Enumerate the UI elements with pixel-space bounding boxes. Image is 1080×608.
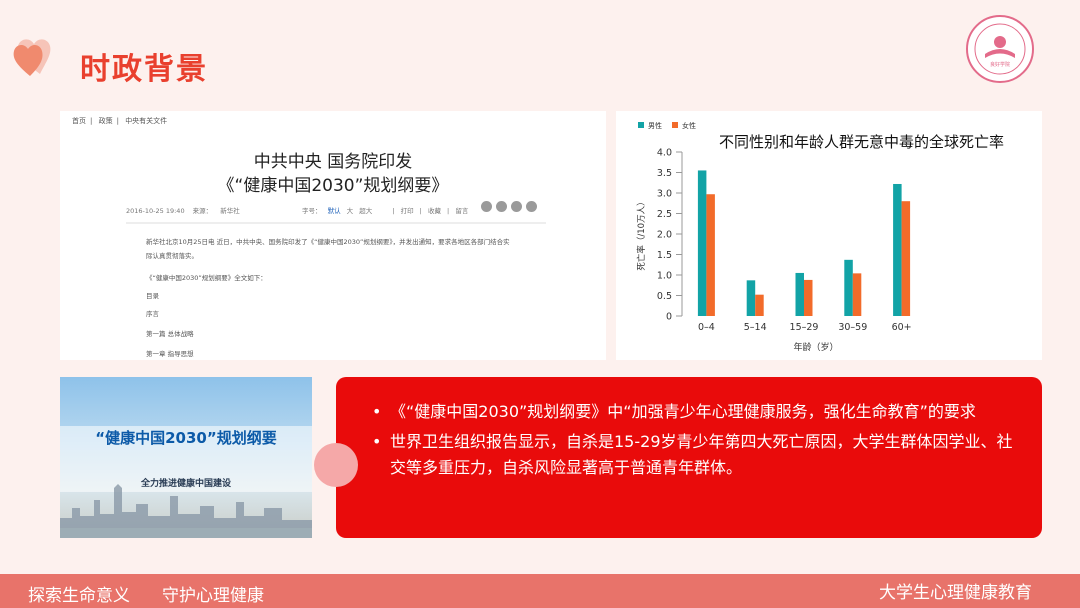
- print-button[interactable]: 打印: [401, 207, 414, 215]
- bar: [755, 294, 764, 316]
- share-wechat-icon[interactable]: [481, 201, 492, 212]
- footer-course-name: 大学生心理健康教育: [879, 583, 1032, 603]
- x-tick-label: 0–4: [698, 322, 715, 333]
- key-points-box: 《“健康中国2030”规划纲要》中“加强青少年心理健康服务，强化生命教育”的要求…: [336, 377, 1042, 538]
- toc-item: 目录: [146, 292, 159, 300]
- y-tick-label: 2.0: [657, 230, 672, 241]
- toc-item: 序言: [146, 310, 159, 318]
- decorative-circle: [314, 443, 358, 487]
- toc-item: 第一篇 总体战略: [146, 330, 194, 338]
- chart-title: 不同性别和年龄人群无意中毒的全球死亡率: [719, 133, 1004, 151]
- y-tick-label: 3.0: [657, 189, 672, 200]
- document-title-line1: 中共中央 国务院印发: [253, 152, 413, 172]
- hearts-icon: [13, 39, 51, 76]
- footer-slogan-1: 探索生命意义: [28, 586, 130, 606]
- school-logo-icon: 良好学院: [966, 15, 1034, 83]
- paragraph-2: 《“健康中国2030”规划纲要》全文如下：: [146, 274, 267, 282]
- font-default-button[interactable]: 默认: [328, 207, 341, 215]
- page-title: 时政背景: [80, 52, 208, 87]
- font-xlarge-button[interactable]: 超大: [359, 207, 372, 215]
- y-tick-label: 3.5: [657, 168, 672, 179]
- city-skyline-icon: [60, 484, 312, 538]
- plan-cover-image: “健康中国2030”规划纲要 全力推进健康中国建设: [60, 377, 312, 538]
- font-large-button[interactable]: 大: [347, 207, 354, 215]
- share-more-icon[interactable]: [526, 201, 537, 212]
- bar: [852, 273, 862, 316]
- key-point-item: 《“健康中国2030”规划纲要》中“加强青少年心理健康服务，强化生命教育”的要求: [372, 399, 1022, 425]
- favorite-button[interactable]: 收藏: [428, 207, 441, 215]
- x-tick-label: 5–14: [744, 322, 767, 333]
- meta-source-label: 来源：: [192, 207, 213, 215]
- share-weibo-icon[interactable]: [496, 201, 507, 212]
- bar: [706, 194, 715, 316]
- paragraph-1-line1: 新华社北京10月25日电 近日，中共中央、国务院印发了《“健康中国2030”规划…: [146, 238, 510, 246]
- breadcrumb: 首页 | 政策 | 中央有关文件: [72, 117, 168, 125]
- y-tick-label: 2.5: [657, 209, 672, 220]
- divider: [126, 222, 546, 224]
- bar: [901, 201, 911, 316]
- x-tick-label: 30–59: [838, 322, 867, 333]
- paragraph-1-line2: 际认真贯彻落实。: [146, 252, 198, 260]
- key-point-item: 世界卫生组织报告显示，自杀是15-29岁青少年第四大死亡原因，大学生群体因学业、…: [372, 429, 1022, 481]
- mortality-chart-panel: 不同性别和年龄人群无意中毒的全球死亡率 男性 女性 0 0.5 1.0 1.5 2.0 2.5 3…: [616, 111, 1042, 360]
- bar: [893, 183, 902, 316]
- x-tick-label: 60+: [892, 322, 912, 333]
- bar: [795, 272, 804, 316]
- y-tick-label: 4.0: [657, 148, 672, 159]
- mortality-bar-chart: 不同性别和年龄人群无意中毒的全球死亡率 男性 女性 0 0.5 1.0 1.5 2.0 2.5 3…: [636, 121, 1004, 353]
- y-tick-label: 0: [666, 312, 672, 323]
- comment-button[interactable]: 留言: [455, 207, 468, 215]
- x-tick-label: 15–29: [790, 322, 819, 333]
- share-qq-icon[interactable]: [511, 201, 522, 212]
- breadcrumb-home[interactable]: 首页: [72, 117, 86, 125]
- y-axis-label: 死亡率（/10万人）: [636, 197, 647, 270]
- cover-title: “健康中国2030”规划纲要: [95, 429, 277, 447]
- bar: [697, 170, 707, 316]
- font-size-label: 字号：: [302, 207, 322, 215]
- footer-slogan-2: 守护心理健康: [162, 586, 264, 606]
- breadcrumb-policy[interactable]: 政策: [99, 117, 113, 125]
- bar: [844, 259, 853, 316]
- meta-publisher: 新华社: [220, 207, 240, 215]
- legend-swatch: [638, 122, 644, 128]
- x-axis-label: 年龄（岁）: [793, 341, 838, 353]
- breadcrumb-central-files[interactable]: 中央有关文件: [125, 117, 167, 125]
- y-tick-label: 0.5: [657, 291, 672, 302]
- document-title-line2: 《“健康中国2030”规划纲要》: [217, 176, 449, 196]
- document-tools: 字号： 默认 大 超大 | 打印 | 收藏 | 留言: [302, 207, 469, 215]
- policy-document-panel: 首页 | 政策 | 中央有关文件 中共中央 国务院印发 《“健康中国2030”规划纲…: [60, 111, 606, 360]
- bar: [804, 279, 813, 316]
- y-tick-label: 1.5: [657, 250, 672, 261]
- legend-swatch: [672, 122, 678, 128]
- logo-text: 良好学院: [990, 61, 1010, 68]
- legend-label: 男性: [648, 121, 662, 130]
- meta-date: 2016-10-25 19:40: [126, 207, 185, 215]
- key-points-list: 《“健康中国2030”规划纲要》中“加强青少年心理健康服务，强化生命教育”的要求…: [372, 399, 1022, 485]
- legend-label: 女性: [682, 121, 696, 130]
- document-meta: 2016-10-25 19:40 来源： 新华社: [126, 205, 246, 215]
- y-tick-label: 1.0: [657, 271, 672, 282]
- footer-bar: 探索生命意义 守护心理健康 大学生心理健康教育: [0, 574, 1080, 608]
- toc-item: 第一章 指导思想: [146, 350, 194, 358]
- bar: [746, 280, 756, 316]
